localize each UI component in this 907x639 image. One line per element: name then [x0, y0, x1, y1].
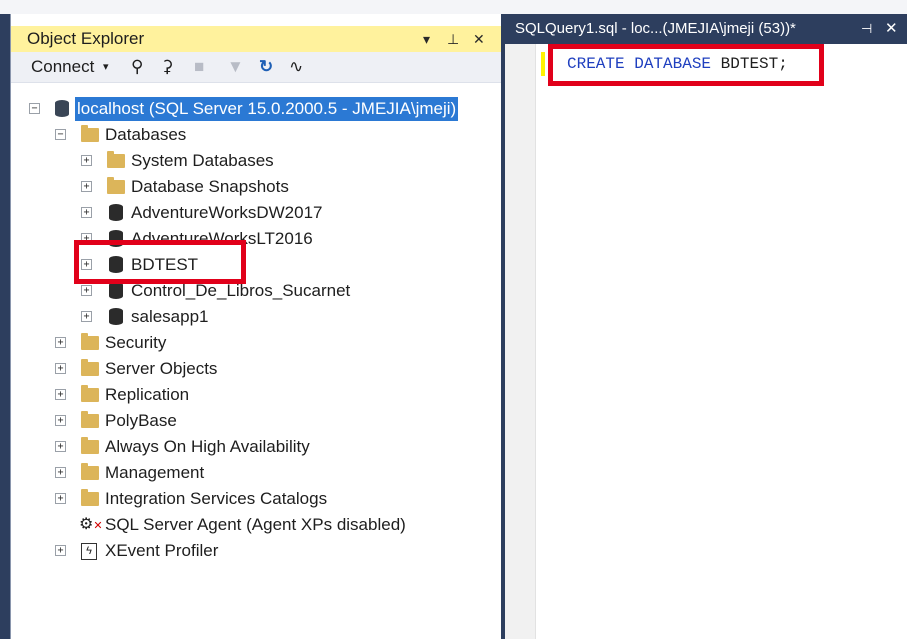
query-editor[interactable]: CREATE DATABASE BDTEST;	[505, 44, 907, 639]
disconnect-icon[interactable]: ⚳	[161, 52, 173, 82]
editor-gutter	[505, 44, 536, 639]
expand-icon[interactable]: +	[55, 545, 66, 556]
object-explorer-panel: Object Explorer ▾ ⊥ ✕ Connect ▾ ⚲ ⚳ ■ ▼ …	[10, 14, 501, 639]
expand-icon[interactable]: +	[55, 441, 66, 452]
expand-icon[interactable]: +	[81, 311, 92, 322]
highlight-box-bdtest	[74, 240, 246, 284]
object-explorer-title: Object Explorer	[27, 29, 145, 48]
object-explorer-tree: − localhost (SQL Server 15.0.2000.5 - JM…	[11, 84, 501, 634]
expand-icon[interactable]: +	[55, 337, 66, 348]
expand-icon[interactable]: +	[55, 389, 66, 400]
database-icon	[109, 204, 123, 221]
folder-icon	[81, 385, 99, 402]
expand-icon[interactable]: +	[81, 181, 92, 192]
folder-icon	[81, 489, 99, 506]
editor-tab-title[interactable]: SQLQuery1.sql - loc...(JMEJIA\jmeji (53)…	[515, 14, 796, 44]
connect-button[interactable]: Connect	[31, 52, 94, 82]
folder-icon	[81, 463, 99, 480]
tree-node-label: XEvent Profiler	[105, 541, 219, 560]
expand-icon[interactable]: +	[55, 493, 66, 504]
top-strip	[0, 0, 907, 14]
tree-node-label: Database Snapshots	[131, 177, 289, 196]
connect-plug-icon[interactable]: ⚲	[131, 52, 143, 82]
pin-icon[interactable]: ⊣	[861, 14, 872, 44]
tree-node-label: Management	[105, 463, 205, 482]
tree-node-label: Replication	[105, 385, 190, 404]
expand-icon[interactable]: +	[81, 285, 92, 296]
expand-icon[interactable]: +	[55, 363, 66, 374]
activity-monitor-icon[interactable]: ∿	[289, 52, 303, 82]
folder-icon	[81, 437, 99, 454]
filter-icon: ▼	[227, 57, 244, 76]
expand-icon[interactable]: +	[81, 207, 92, 218]
server-icon	[55, 100, 69, 117]
xevent-profiler-icon: ϟ	[81, 543, 97, 560]
highlight-box-query	[548, 44, 824, 86]
database-icon	[109, 308, 123, 325]
changed-line-indicator	[541, 52, 545, 76]
database-icon	[109, 282, 123, 299]
tree-node-label: PolyBase	[105, 411, 177, 430]
expand-icon[interactable]: +	[55, 467, 66, 478]
editor-tab-strip: SQLQuery1.sql - loc...(JMEJIA\jmeji (53)…	[505, 14, 907, 44]
tree-node-label: localhost (SQL Server 15.0.2000.5 - JMEJ…	[75, 97, 459, 121]
expand-icon[interactable]: +	[81, 155, 92, 166]
tree-node-label: SQL Server Agent (Agent XPs disabled)	[105, 515, 406, 534]
tree-node-label: Server Objects	[105, 359, 218, 378]
folder-icon	[81, 125, 99, 142]
object-explorer-toolbar: Connect ▾ ⚲ ⚳ ■ ▼ ↻ ∿	[11, 52, 501, 83]
folder-icon	[107, 151, 125, 168]
dropdown-arrow-icon[interactable]: ▾	[423, 26, 430, 52]
tree-node-label: AdventureWorksDW2017	[131, 203, 323, 222]
close-icon[interactable]: ✕	[473, 26, 485, 52]
folder-icon	[107, 177, 125, 194]
tree-node-label: Databases	[105, 125, 187, 144]
disabled-x-icon: ✕	[93, 520, 103, 532]
tree-node-label: Integration Services Catalogs	[105, 489, 328, 508]
pin-icon[interactable]: ⊥	[447, 26, 459, 52]
refresh-icon[interactable]: ↻	[259, 52, 273, 82]
close-tab-icon[interactable]: ✕	[885, 14, 898, 44]
collapse-icon[interactable]: −	[29, 103, 40, 114]
tree-node-label: salesapp1	[131, 307, 209, 326]
tree-node-label: System Databases	[131, 151, 274, 170]
folder-icon	[81, 359, 99, 376]
tree-node-label: Security	[105, 333, 167, 352]
connect-dropdown-icon[interactable]: ▾	[103, 52, 109, 82]
expand-icon[interactable]: +	[55, 415, 66, 426]
collapse-icon[interactable]: −	[55, 129, 66, 140]
folder-icon	[81, 333, 99, 350]
object-explorer-title-bar: Object Explorer ▾ ⊥ ✕	[11, 26, 501, 53]
stop-icon: ■	[194, 57, 205, 76]
sql-agent-icon: ⚙✕	[79, 516, 103, 533]
folder-icon	[81, 411, 99, 428]
tree-node-label: Always On High Availability	[105, 437, 310, 456]
